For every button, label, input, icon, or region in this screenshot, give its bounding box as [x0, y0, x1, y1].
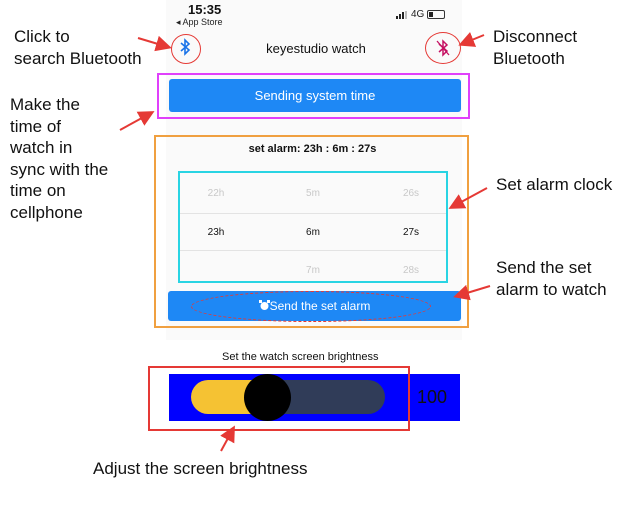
annotation-arrows: [119, 32, 491, 452]
arrow-sync-time: [119, 111, 155, 131]
arrow-send-alarm: [453, 284, 491, 301]
arrow-search-bluetooth: [137, 35, 172, 52]
arrow-adjust-brightness: [220, 425, 235, 452]
arrow-set-alarm: [448, 187, 488, 209]
arrow-disconnect-bluetooth: [458, 32, 485, 47]
